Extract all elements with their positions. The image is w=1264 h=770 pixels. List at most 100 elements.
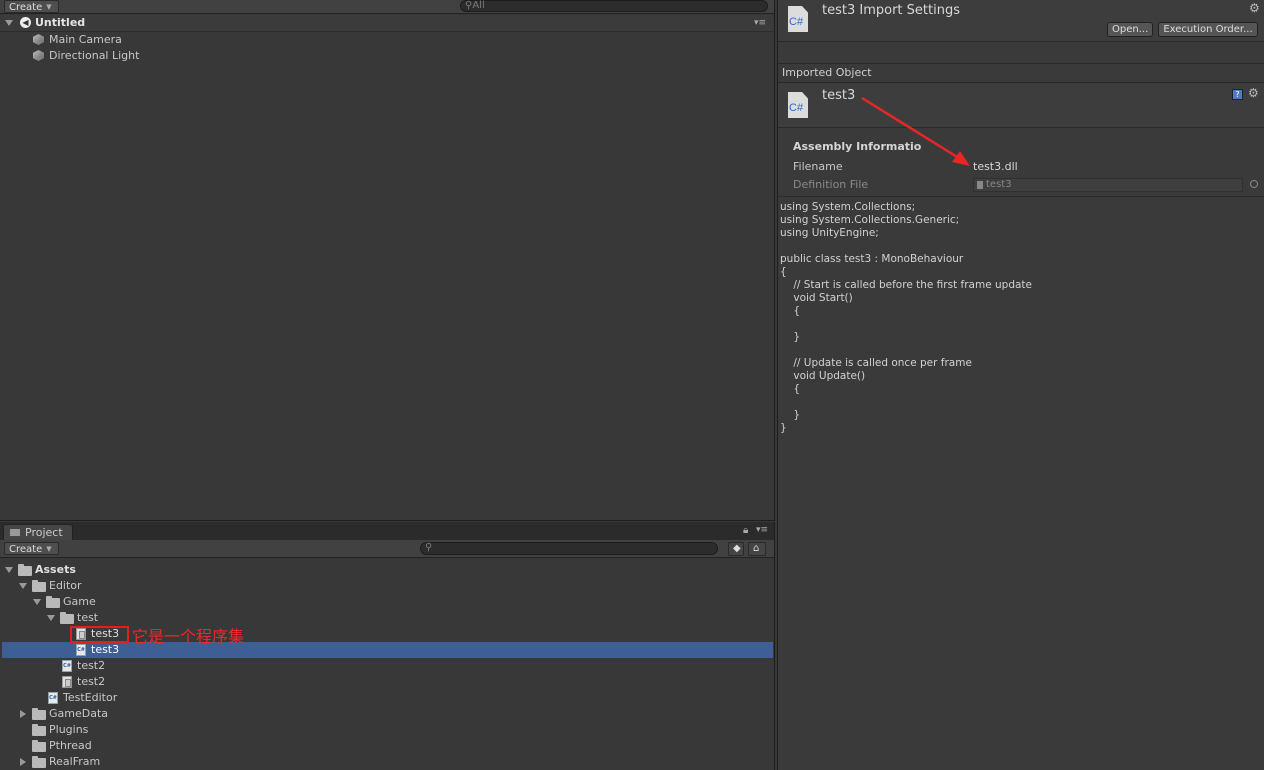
dropdown-caret-icon: ▼: [46, 3, 52, 11]
tree-item-pthread[interactable]: Pthread: [0, 738, 773, 754]
tree-item-label: Pthread: [49, 739, 92, 752]
import-settings-header: C# test3 Import Settings ⚙ Open... Execu…: [778, 0, 1264, 42]
scene-header-row[interactable]: ◀ Untitled ▾≡: [0, 15, 773, 32]
folder-icon: [32, 756, 46, 768]
divider: [778, 196, 1264, 197]
tree-item-test2-cs[interactable]: C# test2: [0, 658, 773, 674]
csharp-file-icon: C#: [48, 692, 58, 704]
imported-object-label: Imported Object: [782, 66, 872, 79]
arrow-head: [952, 151, 970, 166]
tree-item-label: Editor: [49, 579, 82, 592]
gear-icon[interactable]: ⚙: [1248, 86, 1259, 100]
folder-icon: [32, 740, 46, 752]
lock-icon[interactable]: 🔒︎: [743, 525, 748, 536]
expand-triangle-icon[interactable]: [5, 567, 13, 573]
hierarchy-item-label: Directional Light: [49, 49, 140, 62]
tree-item-test2-dll[interactable]: test2: [0, 674, 773, 690]
annotation-arrow: [861, 96, 970, 166]
hierarchy-item-main-camera[interactable]: Main Camera: [0, 32, 773, 48]
annotation-text: 它是一个程序集: [132, 627, 245, 646]
imported-object-name: test3: [822, 88, 856, 103]
scene-menu-icon[interactable]: ▾≡: [754, 15, 766, 31]
folder-tab-icon: [10, 529, 20, 536]
csharp-file-icon: C#: [62, 660, 72, 672]
filter-by-label-button[interactable]: ⌂: [748, 542, 766, 556]
object-picker-icon[interactable]: [1250, 180, 1258, 188]
panel-menu-icon[interactable]: ▾≡: [756, 525, 768, 535]
tree-item-label: RealFram: [49, 755, 101, 768]
tree-item-assets[interactable]: Assets: [0, 562, 773, 578]
hierarchy-search-placeholder: All: [472, 0, 485, 11]
csharp-icon-glyph: C#: [789, 102, 804, 114]
tree-item-label: Plugins: [49, 723, 89, 736]
gameobject-icon: [33, 50, 44, 61]
tree-item-game[interactable]: Game: [0, 594, 773, 610]
help-icon[interactable]: ?: [1232, 89, 1243, 100]
expand-triangle-icon[interactable]: [5, 20, 13, 26]
tree-item-test[interactable]: test: [0, 610, 773, 626]
hierarchy-item-label: Main Camera: [49, 33, 122, 46]
filename-value: test3.dll: [973, 160, 1018, 173]
csharp-file-icon: C#: [76, 644, 86, 656]
tree-item-label: TestEditor: [63, 691, 118, 704]
tab-project[interactable]: Project: [3, 524, 73, 540]
hierarchy-toolbar: Create ▼ ⚲All: [0, 0, 774, 14]
collapsed-triangle-icon[interactable]: [20, 758, 26, 766]
tab-project-label: Project: [25, 526, 63, 539]
expand-triangle-icon[interactable]: [33, 599, 41, 605]
tree-item-label: Game: [63, 595, 96, 608]
unity-scene-icon: ◀: [20, 17, 31, 28]
filter-by-type-button[interactable]: ◆: [728, 542, 744, 556]
execution-order-label: Execution Order...: [1163, 24, 1253, 35]
tree-item-label: test: [77, 611, 99, 624]
dropdown-caret-icon: ▼: [46, 545, 52, 553]
definition-file-field[interactable]: test3: [973, 178, 1243, 192]
project-panel: Project 🔒︎ ▾≡ Create ▼ ⚲ ◆ ⌂ Assets Edito…: [0, 522, 775, 770]
gear-icon[interactable]: ⚙: [1249, 1, 1260, 15]
execution-order-button[interactable]: Execution Order...: [1158, 22, 1258, 37]
expand-triangle-icon[interactable]: [47, 615, 55, 621]
hierarchy-create-label: Create: [9, 2, 43, 13]
project-create-button[interactable]: Create ▼: [4, 542, 59, 555]
open-button-label: Open...: [1112, 24, 1149, 35]
scene-name: Untitled: [35, 16, 86, 29]
inspector-panel: C# test3 Import Settings ⚙ Open... Execu…: [777, 0, 1264, 770]
tree-item-plugins[interactable]: Plugins: [0, 722, 773, 738]
search-icon: ⚲All: [465, 0, 485, 11]
hierarchy-create-button[interactable]: Create ▼: [4, 0, 59, 13]
tree-item-testeditor[interactable]: C# TestEditor: [0, 690, 773, 706]
tag-icon: ⌂: [753, 543, 760, 554]
hierarchy-panel: Create ▼ ⚲All ◀ Untitled ▾≡ Main Camera D…: [0, 0, 775, 521]
tree-item-test3-cs[interactable]: C# test3: [0, 642, 773, 658]
imported-object-header: C# test3 ? ⚙: [778, 84, 1264, 128]
tree-item-editor[interactable]: Editor: [0, 578, 773, 594]
tree-item-label: test2: [77, 659, 106, 672]
hierarchy-search-input[interactable]: ⚲All: [460, 0, 768, 12]
tree-item-realfram[interactable]: RealFram: [0, 754, 773, 770]
csharp-icon-glyph: C#: [789, 16, 804, 28]
hierarchy-item-directional-light[interactable]: Directional Light: [0, 48, 773, 64]
project-tabbar: Project 🔒︎ ▾≡: [0, 522, 774, 540]
folder-icon: [46, 596, 60, 608]
expand-triangle-icon[interactable]: [19, 583, 27, 589]
folder-icon: [32, 724, 46, 736]
project-create-label: Create: [9, 544, 43, 555]
collapsed-triangle-icon[interactable]: [20, 710, 26, 718]
folder-icon: [60, 612, 74, 624]
csharp-script-icon: C#: [788, 6, 808, 32]
tree-item-label: test2: [77, 675, 106, 688]
filename-label: Filename: [793, 160, 843, 173]
script-source-preview: using System.Collections; using System.C…: [780, 201, 1033, 434]
arrow-shaft: [861, 96, 963, 162]
folder-icon: [32, 580, 46, 592]
project-toolbar: Create ▼ ⚲ ◆ ⌂: [0, 540, 774, 558]
project-search-input[interactable]: ⚲: [420, 542, 718, 555]
folder-icon: [18, 564, 32, 576]
tree-item-gamedata[interactable]: GameData: [0, 706, 773, 722]
csharp-script-icon: C#: [788, 92, 808, 118]
tree-item-label: GameData: [49, 707, 109, 720]
tree-item-label: test3: [91, 643, 120, 656]
tree-item-label: Assets: [35, 563, 76, 576]
open-button[interactable]: Open...: [1107, 22, 1153, 37]
dll-file-icon: [62, 676, 72, 688]
